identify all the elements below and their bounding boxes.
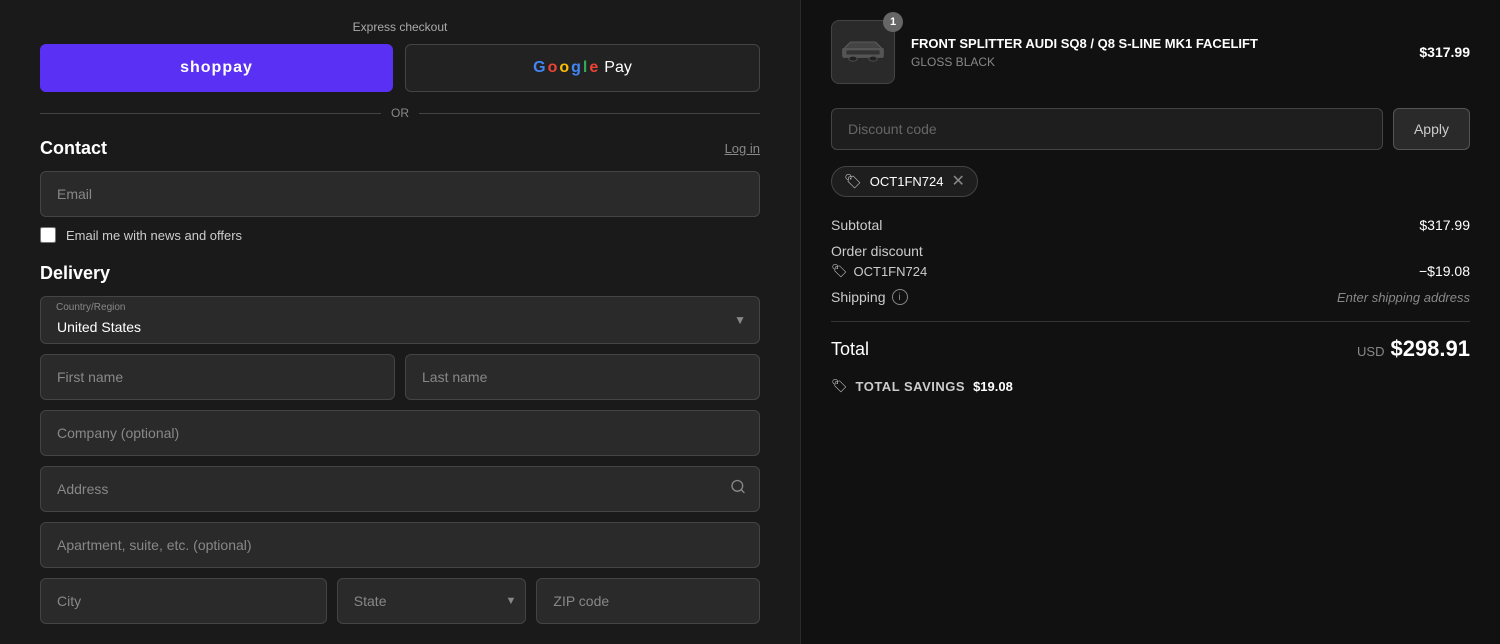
savings-tag-icon: 🏷	[831, 378, 848, 394]
city-state-zip-row: State ALAKAZCA CONYTXFL ▼	[40, 578, 760, 624]
shipping-value: Enter shipping address	[1337, 290, 1470, 305]
express-buttons: shoppay G o o g l e Pay	[40, 44, 760, 92]
discount-code-tag: 🏷 OCT1FN724	[831, 263, 927, 279]
shop-pay-logo: shoppay	[180, 59, 253, 77]
log-in-link[interactable]: Log in	[725, 141, 760, 156]
zip-field[interactable]	[536, 578, 760, 624]
total-row: Total USD $298.91	[831, 336, 1470, 362]
discount-amount: −$19.08	[1419, 263, 1470, 279]
tag-icon: 🏷	[844, 173, 862, 190]
order-discount-header: Order discount	[831, 243, 1470, 259]
subtotal-row: Subtotal $317.99	[831, 217, 1470, 233]
product-image-wrapper: 1	[831, 20, 895, 84]
state-select-wrapper: State ALAKAZCA CONYTXFL ▼	[337, 578, 527, 624]
contact-title: Contact	[40, 138, 107, 159]
name-row	[40, 354, 760, 400]
product-name: FRONT SPLITTER AUDI SQ8 / Q8 S-LINE MK1 …	[911, 35, 1403, 53]
total-currency: USD	[1357, 344, 1384, 359]
left-panel: Express checkout shoppay G o o g l e Pay…	[0, 0, 800, 644]
apply-button[interactable]: Apply	[1393, 108, 1470, 150]
product-variant: GLOSS BLACK	[911, 55, 1403, 69]
state-select[interactable]: State ALAKAZCA CONYTXFL	[337, 578, 527, 624]
express-checkout-label: Express checkout	[40, 20, 760, 34]
google-pay-text: Pay	[604, 59, 632, 77]
remove-code-button[interactable]: ✕	[951, 174, 964, 190]
total-amount: $298.91	[1390, 336, 1470, 362]
discount-tag-icon: 🏷	[831, 263, 848, 279]
savings-amount: $19.08	[973, 379, 1013, 394]
first-name-field[interactable]	[40, 354, 395, 400]
total-value-group: USD $298.91	[1357, 336, 1470, 362]
subtotal-value: $317.99	[1419, 217, 1470, 233]
newsletter-label: Email me with news and offers	[66, 228, 242, 243]
email-field[interactable]	[40, 171, 760, 217]
company-field[interactable]	[40, 410, 760, 456]
newsletter-row: Email me with news and offers	[40, 227, 760, 243]
address-field[interactable]	[40, 466, 760, 512]
product-image	[831, 20, 895, 84]
applied-code-tag: 🏷 OCT1FN724 ✕	[831, 166, 978, 197]
subtotal-label: Subtotal	[831, 217, 882, 233]
delivery-section: Delivery Country/Region United States ▼	[40, 263, 760, 624]
country-select-wrapper: Country/Region United States ▼	[40, 296, 760, 344]
order-discount-row: 🏷 OCT1FN724 −$19.08	[831, 263, 1470, 279]
applied-code-text: OCT1FN724	[870, 174, 944, 189]
shipping-label-group: Shipping i	[831, 289, 908, 305]
apartment-field[interactable]	[40, 522, 760, 568]
contact-header: Contact Log in	[40, 138, 760, 159]
delivery-title: Delivery	[40, 263, 110, 284]
discount-code-input[interactable]	[831, 108, 1383, 150]
newsletter-checkbox[interactable]	[40, 227, 56, 243]
product-price: $317.99	[1419, 44, 1470, 60]
right-panel: 1 FRONT SPLITTER AUDI SQ8 / Q8 S-LINE MK…	[800, 0, 1500, 644]
product-info: FRONT SPLITTER AUDI SQ8 / Q8 S-LINE MK1 …	[911, 35, 1403, 69]
total-label: Total	[831, 339, 869, 360]
address-wrapper	[40, 466, 760, 512]
shipping-row: Shipping i Enter shipping address	[831, 289, 1470, 305]
delivery-header: Delivery	[40, 263, 760, 284]
country-select[interactable]: United States	[40, 296, 760, 344]
order-discount-section: Order discount 🏷 OCT1FN724 −$19.08	[831, 243, 1470, 279]
google-logo: G o o g l e	[533, 59, 598, 77]
divider	[831, 321, 1470, 322]
discount-row: Apply	[831, 108, 1470, 150]
product-row: 1 FRONT SPLITTER AUDI SQ8 / Q8 S-LINE MK…	[831, 20, 1470, 84]
or-divider: OR	[40, 106, 760, 120]
discount-code-value: OCT1FN724	[854, 264, 928, 279]
last-name-field[interactable]	[405, 354, 760, 400]
savings-row: 🏷 TOTAL SAVINGS $19.08	[831, 378, 1470, 394]
shipping-label: Shipping	[831, 289, 886, 305]
shop-pay-button[interactable]: shoppay	[40, 44, 393, 92]
savings-label: TOTAL SAVINGS	[856, 379, 966, 394]
order-discount-label: Order discount	[831, 243, 923, 259]
info-icon[interactable]: i	[892, 289, 908, 305]
google-pay-button[interactable]: G o o g l e Pay	[405, 44, 760, 92]
product-quantity-badge: 1	[883, 12, 903, 32]
city-field[interactable]	[40, 578, 327, 624]
